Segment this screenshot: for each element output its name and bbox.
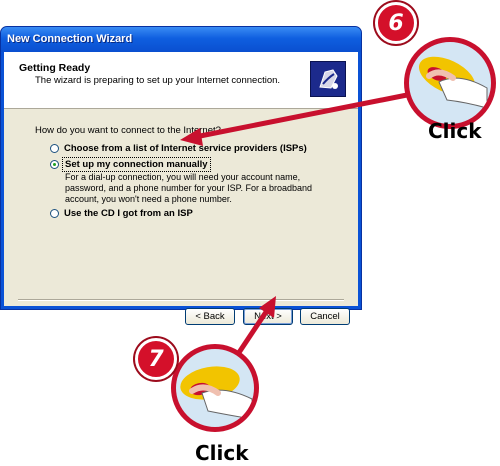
click-caption-7: Click: [195, 441, 249, 465]
step-badge-7: 7: [135, 338, 177, 380]
arrow-step-6: [180, 91, 413, 146]
click-hand-circle-7: [171, 344, 259, 432]
click-hand-circle-6: [404, 37, 496, 129]
pointing-hand-icon: [180, 366, 253, 420]
click-caption-6: Click: [428, 119, 482, 143]
pointing-hand-icon: [418, 56, 488, 109]
step-badge-6: 6: [375, 2, 417, 44]
